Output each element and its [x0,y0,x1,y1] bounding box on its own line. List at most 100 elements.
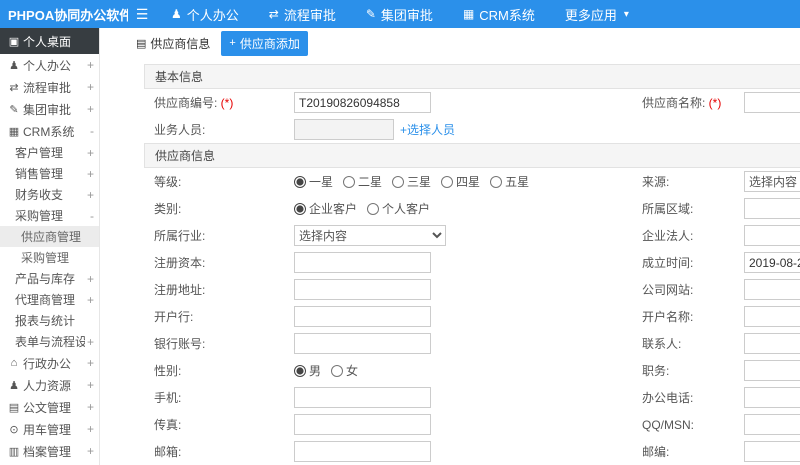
sidebar-item[interactable]: ⇄ 流程审批 + [0,76,99,98]
field-control: 一星 二星 三星 四星 五星 [294,173,634,190]
topbar-item[interactable]: ▦ CRM系统 [448,0,550,28]
radio-option[interactable]: 五星 [490,173,529,190]
radio-input[interactable] [294,175,306,188]
form-row: 开户行: 开户名称: [144,303,800,330]
sidebar-item[interactable]: ▦ CRM系统 - [0,120,99,142]
radio-input[interactable] [343,175,356,188]
text-input[interactable] [294,333,431,354]
tab-active[interactable]: + 供应商添加 [221,30,308,56]
text-input[interactable] [294,387,431,408]
brand-logo[interactable]: PHPOA协同办公软件 [0,5,128,24]
text-input[interactable] [744,441,800,462]
text-input[interactable] [294,119,394,140]
field-label: 联系人: [642,337,682,351]
sidebar-item[interactable]: ▥ 档案管理 + [0,440,99,462]
text-input[interactable] [294,279,431,300]
topbar-item[interactable]: 更多应用 ▾ [550,0,644,28]
text-input[interactable] [744,333,800,354]
sidebar-item[interactable]: ⌂ 行政办公 + [0,352,99,374]
sidebar-item[interactable]: 代理商管理 + [0,289,99,310]
sidebar-item-label: 公文管理 [23,400,72,415]
expand-icon[interactable]: + [87,293,94,307]
radio-input[interactable] [331,364,344,377]
radio-input[interactable] [441,175,454,188]
sidebar-item[interactable]: ▤ 公文管理 + [0,396,99,418]
field-label: 性别: [154,364,182,378]
radio-option[interactable]: 女 [331,362,358,379]
radio-input[interactable] [294,364,306,377]
expand-icon[interactable]: + [87,167,94,181]
radio-option[interactable]: 三星 [392,173,431,190]
sidebar-item[interactable]: 表单与流程设置+ [0,331,99,352]
topbar-item[interactable]: ✎ 集团审批 [351,0,448,28]
text-input[interactable] [744,252,800,273]
radio-input[interactable] [367,202,380,215]
text-input[interactable] [744,360,800,381]
text-input[interactable] [294,414,431,435]
chart-icon: ▦ [462,7,475,21]
topbar-item-label: 流程审批 [283,7,336,23]
sidebar-item[interactable]: 销售管理 + [0,163,99,184]
text-input[interactable] [294,306,431,327]
expand-icon[interactable]: + [87,444,94,458]
required-marker: (*) [217,96,234,110]
text-input[interactable] [294,92,431,113]
topbar-item[interactable]: ⇄ 流程审批 [254,0,351,28]
expand-icon[interactable]: + [87,188,94,202]
radio-input[interactable] [392,175,405,188]
radio-input[interactable] [490,175,503,188]
expand-icon[interactable]: + [87,272,94,286]
radio-option[interactable]: 一星 [294,173,333,190]
sidebar-item[interactable]: 采购管理 [0,247,99,268]
choose-person-link[interactable]: +选择人员 [400,121,455,138]
expand-icon[interactable]: + [87,335,94,349]
field-label: 银行账号: [154,337,206,351]
field-label: 类别: [154,202,182,216]
text-input[interactable] [744,225,800,246]
text-input[interactable] [744,279,800,300]
field-control [294,252,634,273]
text-input[interactable] [744,414,800,435]
tab-inactive[interactable]: ▤ 供应商信息 [128,31,218,56]
sidebar-item[interactable]: 产品与库存 + [0,268,99,289]
sidebar-item[interactable]: ✎ 集团审批 + [0,98,99,120]
text-input[interactable] [294,441,431,462]
text-input[interactable] [744,198,800,219]
expand-icon[interactable]: + [87,422,94,436]
sidebar-item[interactable]: ♟ 个人办公 + [0,54,99,76]
expand-icon[interactable]: + [87,146,94,160]
radio-option[interactable]: 个人客户 [367,200,430,217]
text-input[interactable] [744,387,800,408]
radio-option[interactable]: 四星 [441,173,480,190]
sidebar-item-label: 客户管理 [15,146,64,160]
text-input[interactable] [744,306,800,327]
sidebar-item[interactable]: 报表与统计 [0,310,99,331]
expand-icon[interactable]: + [87,356,94,370]
topbar-item[interactable]: ♟ 个人办公 [156,0,254,28]
user-icon: ♟ [171,7,182,21]
sidebar-item[interactable]: ⊙ 用车管理 + [0,418,99,440]
radio-input[interactable] [294,202,306,215]
user-icon: ♟ [9,59,19,72]
sidebar-item[interactable]: 财务收支 + [0,184,99,205]
radio-option[interactable]: 男 [294,362,321,379]
radio-option[interactable]: 企业客户 [294,200,357,217]
text-input[interactable] [744,92,800,113]
sidebar-item[interactable]: ▣ 个人桌面 [0,28,99,54]
select-input[interactable]: 选择内容 [744,171,800,192]
collapse-icon[interactable]: - [90,124,94,138]
sidebar-item[interactable]: ♟ 人力资源 + [0,374,99,396]
sidebar-item[interactable]: 采购管理 - [0,205,99,226]
sidebar-item[interactable]: 供应商管理 [0,226,99,247]
select-input[interactable]: 选择内容 [294,225,446,246]
menu-toggle-icon[interactable]: ☰ [128,6,156,23]
expand-icon[interactable]: + [87,378,94,392]
collapse-icon[interactable]: - [90,209,94,223]
sidebar-item[interactable]: 客户管理 + [0,142,99,163]
expand-icon[interactable]: + [87,80,94,94]
expand-icon[interactable]: + [87,58,94,72]
text-input[interactable] [294,252,431,273]
expand-icon[interactable]: + [87,400,94,414]
radio-option[interactable]: 二星 [343,173,382,190]
expand-icon[interactable]: + [87,102,94,116]
